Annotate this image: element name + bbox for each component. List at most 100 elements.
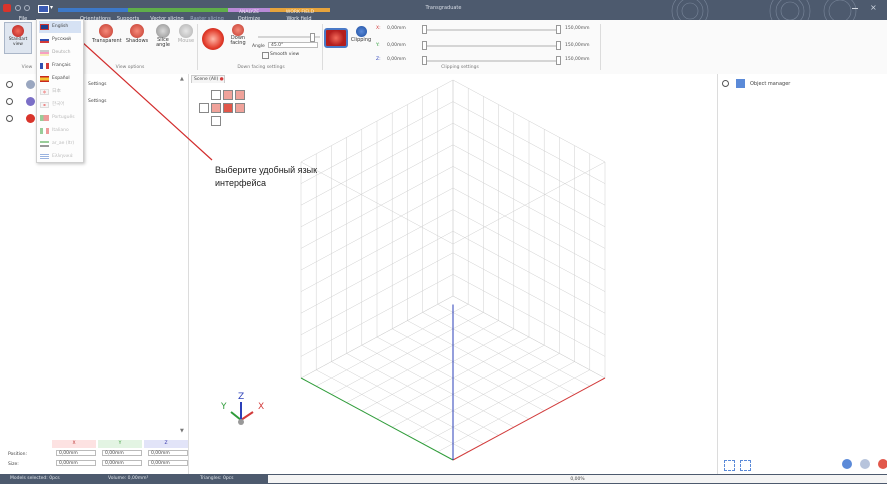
clip-y-label: Y: [376, 43, 380, 48]
angle-value: 45.0° [271, 43, 284, 48]
clip-x-thumb-min[interactable] [422, 25, 427, 34]
clip-x-thumb-max[interactable] [556, 25, 561, 34]
viewport[interactable]: Scene (All) ● Выберите удобный язык инте… [189, 74, 717, 474]
slice-angle-icon [156, 24, 170, 38]
position-label: Position: [8, 452, 28, 457]
size-z-field[interactable]: 0,00mm [148, 460, 188, 466]
down-facing-main-button[interactable] [200, 22, 226, 56]
language-item-greek[interactable]: Ελληνικά [39, 151, 81, 163]
position-z-field[interactable]: 0,00mm [148, 450, 188, 456]
model-icon [26, 114, 35, 123]
position-x-value: 0,00mm [59, 451, 78, 456]
clip-z-max: 150,00mm [565, 57, 590, 62]
clip-z-value: 0,00mm [387, 57, 406, 62]
clip-y-slider[interactable] [422, 45, 558, 47]
transform-header-z: Z [144, 440, 188, 448]
view-options-group-label: View options [115, 65, 145, 70]
clip-x-slider[interactable] [422, 29, 558, 31]
standard-view-icon [12, 25, 24, 37]
language-item-label: English [52, 24, 69, 29]
expand-icon[interactable] [6, 115, 13, 122]
standard-view-button[interactable]: Standart view [4, 22, 32, 54]
standard-view-label: Standart view [8, 37, 28, 47]
transparent-label: Transparent [92, 38, 122, 44]
clip-x-max: 150,00mm [565, 26, 590, 31]
down-facing-button[interactable]: Down facing [228, 24, 248, 54]
tree-row[interactable]: Settings [4, 77, 184, 93]
tree-row[interactable] [4, 111, 184, 127]
mouse-icon [179, 24, 193, 38]
delete-icon[interactable] [878, 459, 887, 469]
angle-field[interactable]: 45.0° [268, 42, 318, 48]
language-item-portuguese[interactable]: Português [39, 112, 81, 124]
tree-row-label: Settings [88, 82, 107, 87]
language-item-french[interactable]: Français [39, 60, 81, 72]
slice-angle-button[interactable]: Slice angle [152, 24, 174, 54]
minimize-icon[interactable] [852, 8, 858, 9]
clip-y-thumb-max[interactable] [556, 41, 561, 50]
language-item-korean[interactable]: 한국어 [39, 99, 81, 111]
position-z-value: 0,00mm [151, 451, 170, 456]
expand-icon[interactable] [6, 81, 13, 88]
language-item-spanish[interactable]: Español [39, 73, 81, 85]
progress-label: 0,00% [570, 477, 585, 482]
language-item-russian[interactable]: Русский [39, 34, 81, 46]
language-item-italian[interactable]: Italiano [39, 125, 81, 137]
angle-slider-thumb[interactable] [310, 33, 315, 42]
position-y-value: 0,00mm [105, 451, 124, 456]
select-inverse-icon[interactable] [740, 460, 751, 471]
clipping-icon [355, 26, 367, 37]
clip-z-thumb-max[interactable] [556, 56, 561, 65]
transparent-button[interactable]: Transparent [92, 24, 122, 50]
paste-icon[interactable] [860, 459, 870, 469]
clip-z-thumb-min[interactable] [422, 56, 427, 65]
tree-row[interactable]: Settings [4, 94, 184, 110]
clip-y-thumb-min[interactable] [422, 41, 427, 50]
down-facing-main-icon [202, 28, 224, 50]
language-item-label: 日本 [52, 89, 61, 94]
language-menu: English Русский Deutsch Français Español… [36, 19, 84, 163]
es-flag-icon [40, 76, 49, 82]
clipping-button[interactable]: Clipping [350, 26, 372, 52]
language-item-japanese[interactable]: 日本 [39, 86, 81, 98]
expand-icon[interactable] [6, 98, 13, 105]
slice-angle-label: Slice angle [156, 37, 170, 48]
progress-bar: 0,00% [268, 475, 887, 483]
volume-status: Volume: 0,00mm³ [108, 476, 149, 481]
ribbon-toolbar: Standart view Transparent Shadows Slice … [0, 20, 887, 75]
language-item-english[interactable]: English [39, 21, 81, 33]
axis-z-label: Z [238, 392, 245, 402]
size-y-field[interactable]: 0,00mm [102, 460, 142, 466]
language-item-label: Français [52, 63, 71, 68]
titlebar-decoration [671, 0, 857, 22]
position-x-field[interactable]: 0,00mm [56, 450, 96, 456]
clip-y-value: 0,00mm [387, 43, 406, 48]
de-flag-icon [40, 50, 49, 56]
clipping-main-button[interactable] [324, 24, 348, 54]
collapse-icon[interactable] [722, 80, 729, 87]
clip-z-label: Z: [376, 57, 381, 62]
select-all-icon[interactable] [724, 460, 735, 471]
shadows-button[interactable]: Shadows [124, 24, 150, 50]
language-item-label: Deutsch [52, 50, 71, 55]
size-x-field[interactable]: 0,00mm [56, 460, 96, 466]
smooth-view-checkbox[interactable] [262, 52, 269, 59]
scrollbar-arrow-up-icon[interactable]: ▲ [180, 76, 184, 82]
mouse-button[interactable]: Mouse [176, 24, 196, 50]
transform-header-y: Y [98, 440, 142, 448]
gr-flag-icon [40, 154, 49, 160]
close-icon[interactable]: × [870, 3, 877, 12]
language-item-label: Русский [52, 37, 71, 42]
language-item-arabic[interactable]: ar_ae (ltr) [39, 138, 81, 150]
copy-icon[interactable] [842, 459, 852, 469]
language-hint-annotation: Выберите удобный язык интерфейса [215, 165, 318, 188]
clip-z-slider[interactable] [422, 60, 558, 62]
models-selected-status: Models selected: 0pcs [10, 476, 60, 481]
language-item-german[interactable]: Deutsch [39, 47, 81, 59]
tree-row-label: Settings [88, 99, 107, 104]
left-panel: Settings Settings ▲ ▼ X Y Z Position: 0,… [0, 74, 189, 474]
position-y-field[interactable]: 0,00mm [102, 450, 142, 456]
ribbon-separator-3 [600, 24, 601, 70]
scrollbar-arrow-down-icon[interactable]: ▼ [180, 428, 184, 434]
mouse-label: Mouse [177, 38, 195, 44]
